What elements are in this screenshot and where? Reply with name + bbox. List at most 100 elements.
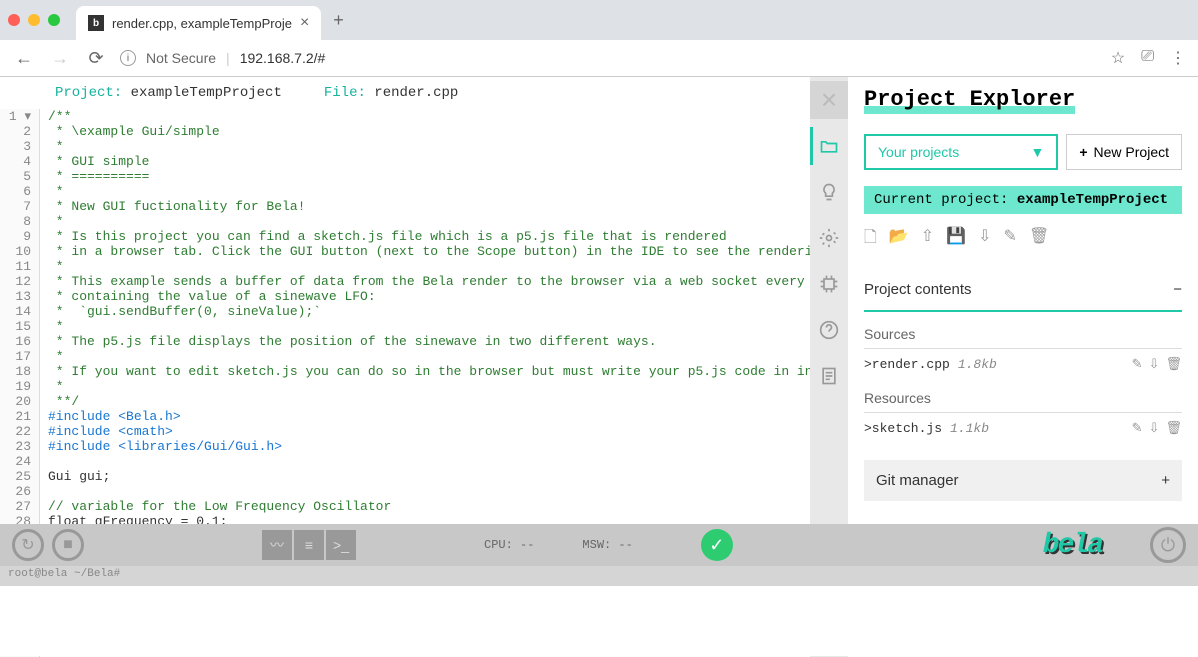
collapse-icon: −: [1173, 281, 1182, 298]
code-line[interactable]: *: [48, 184, 810, 199]
msw-status: MSW: --: [582, 538, 632, 552]
code-line[interactable]: #include <cmath>: [48, 424, 810, 439]
contents-header[interactable]: Project contents −: [864, 269, 1182, 312]
download-file-icon[interactable]: ⇩: [1149, 421, 1160, 436]
contents-section: Sources >render.cpp 1.8kb ✎ ⇩ 🗑 Resource…: [864, 312, 1182, 448]
run-button[interactable]: ↻: [12, 529, 44, 561]
line-number: 6: [0, 184, 31, 199]
code-line[interactable]: *: [48, 139, 810, 154]
address-bar: ← → ⟳ i Not Secure | 192.168.7.2/# ☆ ⎚ ⋮: [0, 40, 1198, 76]
code-line[interactable]: * GUI simple: [48, 154, 810, 169]
line-number: 5: [0, 169, 31, 184]
code-line[interactable]: #include <libraries/Gui/Gui.h>: [48, 439, 810, 454]
power-button[interactable]: ⏻: [1150, 527, 1186, 563]
cast-icon[interactable]: ⎚: [1141, 48, 1154, 68]
help-tab[interactable]: [810, 311, 848, 349]
back-button[interactable]: ←: [12, 48, 36, 69]
line-number: 17: [0, 349, 31, 364]
project-bar: Project: exampleTempProject File: render…: [0, 77, 810, 109]
save-icon[interactable]: 💾: [946, 226, 966, 253]
git-header[interactable]: Git manager +: [864, 460, 1182, 501]
code-line[interactable]: * New GUI fuctionality for Bela!: [48, 199, 810, 214]
file-row[interactable]: >render.cpp 1.8kb ✎ ⇩ 🗑: [864, 353, 1182, 376]
download-icon[interactable]: ⇩: [978, 226, 991, 253]
close-tab-icon[interactable]: ×: [300, 14, 309, 32]
new-file-icon[interactable]: 🗋: [864, 226, 877, 253]
url-bar[interactable]: i Not Secure | 192.168.7.2/#: [120, 50, 1099, 66]
code-line[interactable]: * \example Gui/simple: [48, 124, 810, 139]
code-line[interactable]: *: [48, 379, 810, 394]
code-line[interactable]: // variable for the Low Frequency Oscill…: [48, 499, 810, 514]
code-line[interactable]: * This example sends a buffer of data fr…: [48, 274, 810, 289]
edit-file-icon[interactable]: ✎: [1132, 421, 1143, 436]
code-line[interactable]: [48, 484, 810, 499]
line-number: 7: [0, 199, 31, 214]
code-line[interactable]: *: [48, 319, 810, 334]
file-actions: 🗋 📂 ⇧ 💾 ⇩ ✎ 🗑: [864, 226, 1182, 253]
check-button[interactable]: ✓: [701, 529, 733, 561]
line-number: 11: [0, 259, 31, 274]
reload-button[interactable]: ⟳: [84, 48, 108, 69]
line-number: 2: [0, 124, 31, 139]
clean-icon[interactable]: ✎: [1004, 226, 1017, 253]
line-number: 18: [0, 364, 31, 379]
edit-file-icon[interactable]: ✎: [1132, 357, 1143, 372]
new-project-label: New Project: [1094, 144, 1169, 160]
code-line[interactable]: Gui gui;: [48, 469, 810, 484]
line-number: 8: [0, 214, 31, 229]
code-line[interactable]: *: [48, 259, 810, 274]
close-window[interactable]: [8, 14, 20, 26]
delete-file-icon[interactable]: 🗑: [1165, 421, 1182, 436]
settings-tab[interactable]: [810, 219, 848, 257]
code-line[interactable]: *: [48, 214, 810, 229]
line-number: 4: [0, 154, 31, 169]
code-line[interactable]: *: [48, 349, 810, 364]
browser-tab[interactable]: b render.cpp, exampleTempProje ×: [76, 6, 321, 40]
code-line[interactable]: * The p5.js file displays the position o…: [48, 334, 810, 349]
sliders-button[interactable]: ≡: [294, 530, 324, 560]
new-project-button[interactable]: + New Project: [1066, 134, 1182, 170]
chevron-down-icon: ▼: [1030, 144, 1044, 160]
code-line[interactable]: **/: [48, 394, 810, 409]
forward-button[interactable]: →: [48, 48, 72, 69]
minimize-window[interactable]: [28, 14, 40, 26]
docs-tab[interactable]: [810, 357, 848, 395]
explorer-tab[interactable]: [810, 127, 848, 165]
open-folder-icon[interactable]: 📂: [889, 226, 909, 253]
browser-chrome: b render.cpp, exampleTempProje × + ← → ⟳…: [0, 0, 1198, 77]
code-line[interactable]: #include <Bela.h>: [48, 409, 810, 424]
line-number: 26: [0, 484, 31, 499]
code-line[interactable]: * Is this project you can find a sketch.…: [48, 229, 810, 244]
code-line[interactable]: * in a browser tab. Click the GUI button…: [48, 244, 810, 259]
line-number: 1 ▾: [0, 109, 31, 124]
code-line[interactable]: * If you want to edit sketch.js you can …: [48, 364, 810, 379]
menu-icon[interactable]: ⋮: [1170, 48, 1186, 68]
line-number: 10: [0, 244, 31, 259]
code-line[interactable]: /**: [48, 109, 810, 124]
scope-button[interactable]: 〰: [262, 530, 292, 560]
code-line[interactable]: * containing the value of a sinewave LFO…: [48, 289, 810, 304]
git-label: Git manager: [876, 472, 959, 489]
info-icon[interactable]: i: [120, 50, 136, 66]
delete-icon[interactable]: 🗑: [1029, 226, 1049, 253]
lightbulb-tab[interactable]: [810, 173, 848, 211]
download-file-icon[interactable]: ⇩: [1149, 357, 1160, 372]
delete-file-icon[interactable]: 🗑: [1165, 357, 1182, 372]
star-icon[interactable]: ☆: [1111, 48, 1125, 68]
console-button[interactable]: >_: [326, 530, 356, 560]
file-row[interactable]: >sketch.js 1.1kb ✎ ⇩ 🗑: [864, 417, 1182, 440]
chip-tab[interactable]: [810, 265, 848, 303]
upload-icon[interactable]: ⇧: [921, 226, 934, 253]
file-label: File:: [324, 85, 366, 101]
stop-button[interactable]: ■: [52, 529, 84, 561]
new-tab-button[interactable]: +: [333, 10, 344, 31]
projects-dropdown[interactable]: Your projects ▼: [864, 134, 1058, 170]
code-line[interactable]: [48, 454, 810, 469]
code-line[interactable]: * ==========: [48, 169, 810, 184]
maximize-window[interactable]: [48, 14, 60, 26]
close-panel-icon[interactable]: ×: [810, 81, 848, 119]
expand-icon: +: [1161, 472, 1170, 489]
code-line[interactable]: * `gui.sendBuffer(0, sineValue);`: [48, 304, 810, 319]
bottom-bar: ↻ ■ 〰 ≡ >_ CPU: -- MSW: -- ✓ bela ⏻ root…: [0, 524, 1198, 656]
terminal-bar[interactable]: root@bela ~/Bela#: [0, 566, 1198, 586]
